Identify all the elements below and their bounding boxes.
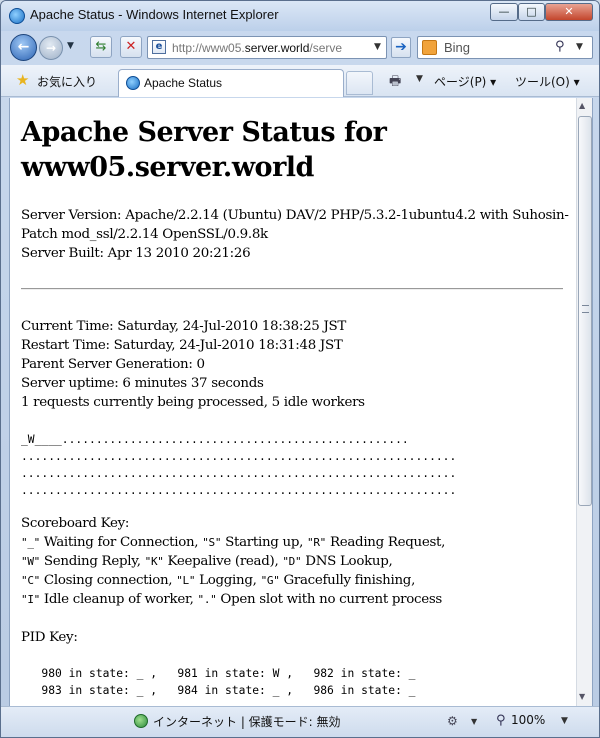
- stop-button[interactable]: ✕: [120, 36, 142, 58]
- page-menu[interactable]: ページ(P) ▾: [434, 73, 496, 90]
- scroll-up-icon[interactable]: ▲: [579, 101, 585, 110]
- back-button[interactable]: ←: [10, 34, 37, 61]
- scoreboard-key-line: "C" Closing connection, "L" Logging, "G"…: [21, 573, 416, 588]
- forward-button[interactable]: →: [39, 36, 63, 60]
- scoreboard-line: _W____..................................…: [21, 433, 409, 446]
- maximize-button[interactable]: □: [518, 3, 545, 21]
- scoreboard-key-line: "W" Sending Reply, "K" Keepalive (read),…: [21, 554, 393, 569]
- search-icon[interactable]: ⚲: [555, 39, 565, 54]
- tab-label: Apache Status: [144, 76, 223, 90]
- scrollbar-thumb[interactable]: [578, 116, 592, 506]
- title-bar: Apache Status - Windows Internet Explore…: [1, 1, 599, 31]
- scoreboard-line: ........................................…: [21, 450, 457, 463]
- address-bar[interactable]: e http://www05.server.world/serve ▼: [147, 36, 387, 59]
- address-url[interactable]: http://www05.server.world/serve: [172, 41, 372, 55]
- server-built: Server Built: Apr 13 2010 20:21:26: [21, 246, 251, 261]
- minimize-button[interactable]: —: [490, 3, 518, 21]
- history-dropdown-icon[interactable]: ▼: [67, 41, 74, 51]
- navigation-bar: ← → ▼ ⇆ ✕ e http://www05.server.world/se…: [1, 31, 599, 65]
- parent-generation: Parent Server Generation: 0: [21, 357, 205, 372]
- zoom-icon: ⚲: [496, 713, 506, 728]
- tab-apache-status[interactable]: Apache Status: [118, 69, 344, 97]
- print-icon[interactable]: 🖶: [389, 72, 401, 94]
- pid-key-title: PID Key:: [21, 630, 78, 645]
- favorites-bar: ★ お気に入り Apache Status 🖶 ▼ ページ(P) ▾ ツール(O…: [1, 65, 599, 97]
- scoreboard-line: ........................................…: [21, 484, 457, 497]
- scoreboard-key-line: "_" Waiting for Connection, "S" Starting…: [21, 535, 446, 550]
- tools-menu[interactable]: ツール(O) ▾: [515, 73, 580, 90]
- new-tab-button[interactable]: [346, 71, 373, 95]
- restart-time: Restart Time: Saturday, 24-Jul-2010 18:3…: [21, 338, 343, 353]
- page-icon: e: [152, 40, 166, 54]
- zoom-dropdown-icon[interactable]: ▼: [561, 716, 568, 726]
- server-uptime: Server uptime: 6 minutes 37 seconds: [21, 376, 264, 391]
- pid-line: 983 in state: _ , 984 in state: _ , 986 …: [21, 684, 416, 697]
- go-button[interactable]: ➔: [391, 37, 411, 58]
- internet-zone-icon: [134, 714, 148, 728]
- current-time: Current Time: Saturday, 24-Jul-2010 18:3…: [21, 319, 347, 334]
- scoreboard-key-title: Scoreboard Key:: [21, 516, 130, 531]
- search-dropdown-icon[interactable]: ▼: [576, 42, 583, 52]
- ie-logo-icon: [9, 8, 25, 24]
- server-version-line-2: Patch mod_ssl/2.2.14 OpenSSL/0.9.8k: [21, 227, 268, 242]
- compatibility-view-button[interactable]: ⇆: [90, 36, 112, 58]
- grip-icon: [582, 305, 589, 313]
- request-summary: 1 requests currently being processed, 5 …: [21, 395, 365, 410]
- search-box[interactable]: Bing ⚲ ▼: [417, 36, 593, 59]
- status-bar: インターネット | 保護モード: 無効 ⚙ ▼ ⚲ 100% ▼: [1, 706, 599, 737]
- favorites-button[interactable]: お気に入り: [37, 73, 97, 90]
- page-title: Apache Server Status for www05.server.wo…: [21, 117, 387, 183]
- browser-window: Apache Status - Windows Internet Explore…: [0, 0, 600, 738]
- scoreboard-key-line: "I" Idle cleanup of worker, "." Open slo…: [21, 592, 442, 607]
- address-dropdown-icon[interactable]: ▼: [374, 42, 381, 52]
- scroll-down-icon[interactable]: ▼: [579, 692, 585, 701]
- search-input[interactable]: Bing: [444, 40, 470, 55]
- status-dropdown-icon[interactable]: ▼: [471, 717, 477, 726]
- window-title: Apache Status - Windows Internet Explore…: [30, 7, 279, 22]
- pid-line: 980 in state: _ , 981 in state: W , 982 …: [21, 667, 416, 680]
- page-content: Apache Server Status for www05.server.wo…: [9, 98, 593, 706]
- zoom-level[interactable]: 100%: [511, 713, 545, 727]
- bing-logo-icon: [422, 40, 437, 55]
- protected-mode-icon[interactable]: ⚙: [447, 714, 458, 728]
- divider: [21, 288, 563, 290]
- favorites-star-icon[interactable]: ★: [16, 71, 29, 89]
- print-dropdown-icon[interactable]: ▼: [416, 74, 423, 84]
- scoreboard-line: ........................................…: [21, 467, 457, 480]
- server-version-line-1: Server Version: Apache/2.2.14 (Ubuntu) D…: [21, 208, 569, 223]
- vertical-scrollbar[interactable]: ▲ ▼: [576, 98, 592, 706]
- ie-tab-icon: [126, 76, 140, 90]
- close-button[interactable]: ✕: [545, 3, 593, 21]
- security-zone[interactable]: インターネット | 保護モード: 無効: [153, 713, 341, 730]
